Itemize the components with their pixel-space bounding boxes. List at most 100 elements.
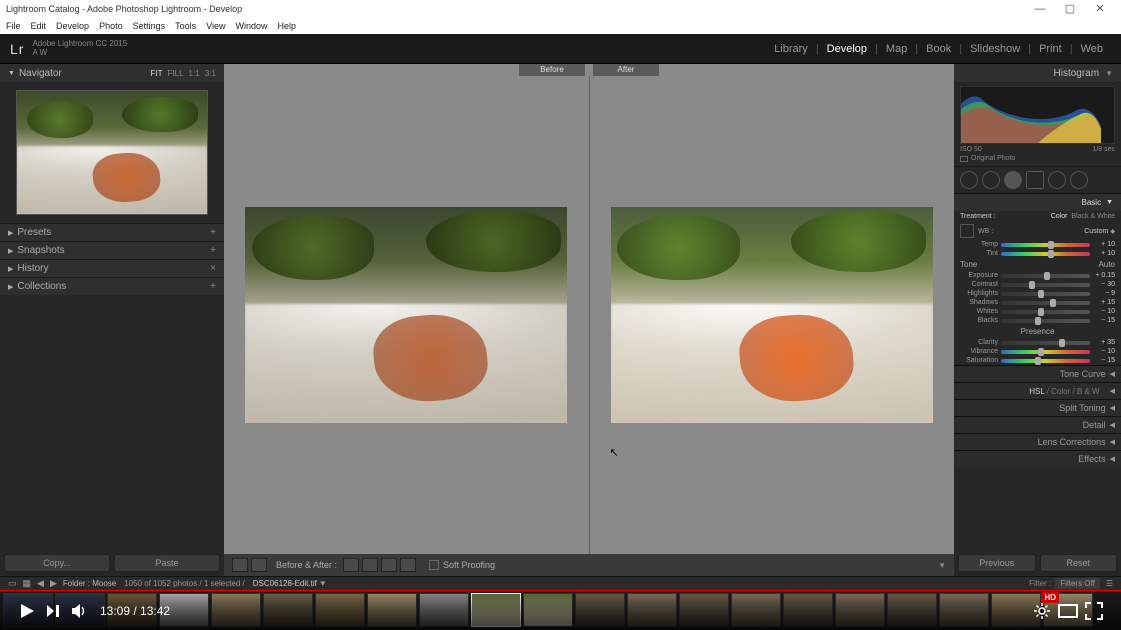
paste-button[interactable]: Paste (114, 554, 220, 572)
previous-button[interactable]: Previous (958, 554, 1036, 572)
vibrance-slider[interactable] (1001, 350, 1090, 354)
menu-settings[interactable]: Settings (133, 21, 166, 31)
saturation-slider[interactable] (1001, 359, 1090, 363)
toolbar-dropdown[interactable]: ▼ (938, 561, 946, 570)
cursor-icon: ↖ (610, 446, 619, 459)
zoom-1to1[interactable]: 1:1 (189, 69, 200, 78)
whites-slider[interactable] (1001, 310, 1090, 314)
filmstrip-count: 1050 of 1052 photos / 1 selected / (124, 579, 245, 588)
tone-curve-panel[interactable]: Tone Curve◀ (954, 365, 1121, 382)
menu-photo[interactable]: Photo (99, 21, 123, 31)
add-collection-icon[interactable]: + (210, 281, 216, 292)
basic-panel-header[interactable]: Basic▼ (954, 193, 1121, 211)
module-slideshow[interactable]: Slideshow (962, 43, 1028, 55)
snapshots-panel[interactable]: ▶Snapshots+ (0, 241, 224, 259)
window-maximize[interactable]: ▢ (1055, 2, 1085, 15)
module-book[interactable]: Book (918, 43, 959, 55)
menu-tools[interactable]: Tools (175, 21, 196, 31)
loupe-view-button[interactable] (232, 558, 248, 572)
redeye-tool[interactable] (1004, 171, 1022, 189)
nav-back-icon[interactable]: ◀ (37, 578, 44, 589)
wb-value[interactable]: Custom (1084, 228, 1108, 235)
video-progress-bar[interactable] (0, 590, 1121, 591)
auto-tone-button[interactable]: Auto (1099, 260, 1115, 269)
soft-proofing-checkbox[interactable] (429, 560, 439, 570)
play-button[interactable] (14, 598, 40, 624)
navigator-preview[interactable] (16, 90, 208, 215)
histogram-iso: ISO 50 (960, 146, 982, 153)
clear-history-icon[interactable]: × (210, 263, 216, 274)
ba-layout-2[interactable] (362, 558, 378, 572)
split-toning-panel[interactable]: Split Toning◀ (954, 399, 1121, 416)
treatment-bw[interactable]: Black & White (1071, 213, 1115, 220)
theater-mode-button[interactable] (1055, 598, 1081, 624)
ba-layout-1[interactable] (343, 558, 359, 572)
menu-edit[interactable]: Edit (31, 21, 47, 31)
filter-lock-icon[interactable]: ☰ (1106, 579, 1113, 588)
detail-panel[interactable]: Detail◀ (954, 416, 1121, 433)
blacks-slider[interactable] (1001, 319, 1090, 323)
tint-slider[interactable] (1001, 252, 1090, 256)
shadows-slider[interactable] (1001, 301, 1090, 305)
before-image[interactable] (245, 207, 567, 423)
grad-filter-tool[interactable] (1026, 171, 1044, 189)
module-print[interactable]: Print (1031, 43, 1070, 55)
add-snapshot-icon[interactable]: + (210, 245, 216, 256)
window-title: Lightroom Catalog - Adobe Photoshop Ligh… (6, 4, 242, 14)
reset-button[interactable]: Reset (1040, 554, 1118, 572)
add-preset-icon[interactable]: + (210, 227, 216, 238)
window-close[interactable]: ✕ (1085, 2, 1115, 15)
menu-help[interactable]: Help (278, 21, 297, 31)
grid-icon[interactable]: ▦ (23, 578, 32, 589)
temp-slider[interactable] (1001, 243, 1090, 247)
second-monitor-icon[interactable]: ▭ (8, 578, 17, 589)
module-library[interactable]: Library (766, 43, 816, 55)
highlights-slider[interactable] (1001, 292, 1090, 296)
menu-develop[interactable]: Develop (56, 21, 89, 31)
after-image[interactable] (611, 207, 933, 423)
menu-window[interactable]: Window (236, 21, 268, 31)
spot-tool[interactable] (982, 171, 1000, 189)
original-photo-checkbox[interactable] (960, 156, 968, 162)
window-minimize[interactable]: — (1025, 3, 1055, 15)
nav-fwd-icon[interactable]: ▶ (50, 578, 57, 589)
contrast-slider[interactable] (1001, 283, 1090, 287)
navigator-panel-header[interactable]: ▼ Navigator FIT FILL 1:1 3:1 (0, 64, 224, 82)
wb-eyedropper-icon[interactable] (960, 224, 974, 238)
brush-tool[interactable] (1070, 171, 1088, 189)
compare-view-button[interactable] (251, 558, 267, 572)
history-panel[interactable]: ▶History× (0, 259, 224, 277)
hsl-panel[interactable]: HSL / Color / B & W◀ (954, 382, 1121, 399)
zoom-fit[interactable]: FIT (150, 69, 162, 78)
filmstrip-folder[interactable]: Folder : Moose (63, 579, 116, 588)
module-web[interactable]: Web (1073, 43, 1111, 55)
volume-button[interactable] (66, 598, 92, 624)
menu-view[interactable]: View (206, 21, 225, 31)
settings-button[interactable]: HD (1029, 598, 1055, 624)
effects-panel[interactable]: Effects◀ (954, 450, 1121, 467)
module-develop[interactable]: Develop (819, 43, 875, 55)
menu-file[interactable]: File (6, 21, 21, 31)
next-button[interactable] (40, 598, 66, 624)
fullscreen-button[interactable] (1081, 598, 1107, 624)
copy-button[interactable]: Copy... (4, 554, 110, 572)
presets-panel[interactable]: ▶Presets+ (0, 223, 224, 241)
histogram-panel-header[interactable]: Histogram ▼ (954, 64, 1121, 82)
histogram-graph[interactable] (960, 86, 1115, 144)
module-map[interactable]: Map (878, 43, 915, 55)
lens-corrections-panel[interactable]: Lens Corrections◀ (954, 433, 1121, 450)
zoom-ratio[interactable]: 3:1 (205, 69, 216, 78)
treatment-color[interactable]: Color (1051, 213, 1068, 220)
filter-dropdown[interactable]: Filters Off (1055, 578, 1100, 589)
clarity-slider[interactable] (1001, 341, 1090, 345)
zoom-fill[interactable]: FILL (168, 69, 184, 78)
crop-tool[interactable] (960, 171, 978, 189)
radial-filter-tool[interactable] (1048, 171, 1066, 189)
exposure-slider[interactable] (1001, 274, 1090, 278)
collections-panel[interactable]: ▶Collections+ (0, 277, 224, 295)
ba-layout-3[interactable] (381, 558, 397, 572)
before-after-label: Before & After : (276, 560, 337, 570)
filmstrip-file[interactable]: DSC06128-Edit.tif (253, 579, 317, 588)
video-time: 13:09 / 13:42 (100, 604, 170, 618)
ba-layout-4[interactable] (400, 558, 416, 572)
